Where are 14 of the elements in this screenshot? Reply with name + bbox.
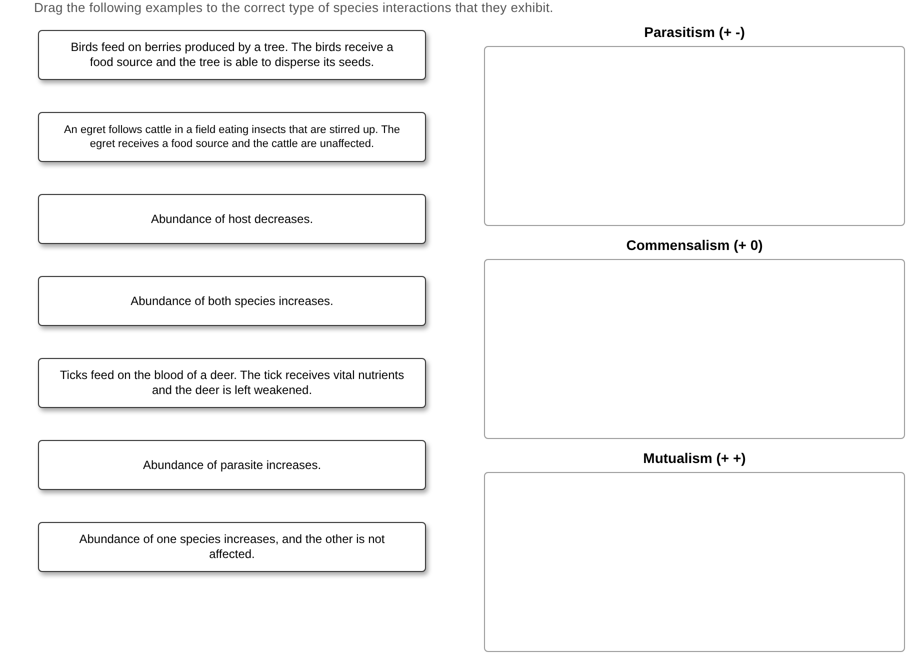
draggable-card[interactable]: Birds feed on berries produced by a tree. The birds receive a food source and the tree is able to disperse its seeds. — [38, 30, 426, 80]
drop-zone[interactable] — [484, 259, 905, 439]
drop-zone[interactable] — [484, 472, 905, 652]
category-title: Parasitism (+ -) — [643, 23, 746, 42]
draggable-card[interactable]: Abundance of one species increases, and the other is not affected. — [38, 522, 426, 572]
draggable-card[interactable]: Abundance of both species increases. — [38, 276, 426, 326]
instruction-text: Drag the following examples to the correct type of species interactions that they exhibit. — [33, 0, 554, 15]
draggable-card[interactable]: An egret follows cattle in a field eating insects that are stirred up. The egret receives a food source and the cattle are unaffected. — [38, 112, 426, 162]
draggable-card[interactable]: Ticks feed on the blood of a deer. The tick receives vital nutrients and the deer is left weakened. — [38, 358, 426, 408]
drop-zone[interactable] — [484, 46, 905, 226]
draggable-card[interactable]: Abundance of host decreases. — [38, 194, 426, 244]
category-title: Mutualism (+ +) — [642, 449, 747, 468]
category-title: Commensalism (+ 0) — [625, 236, 764, 255]
draggable-card[interactable]: Abundance of parasite increases. — [38, 440, 426, 490]
